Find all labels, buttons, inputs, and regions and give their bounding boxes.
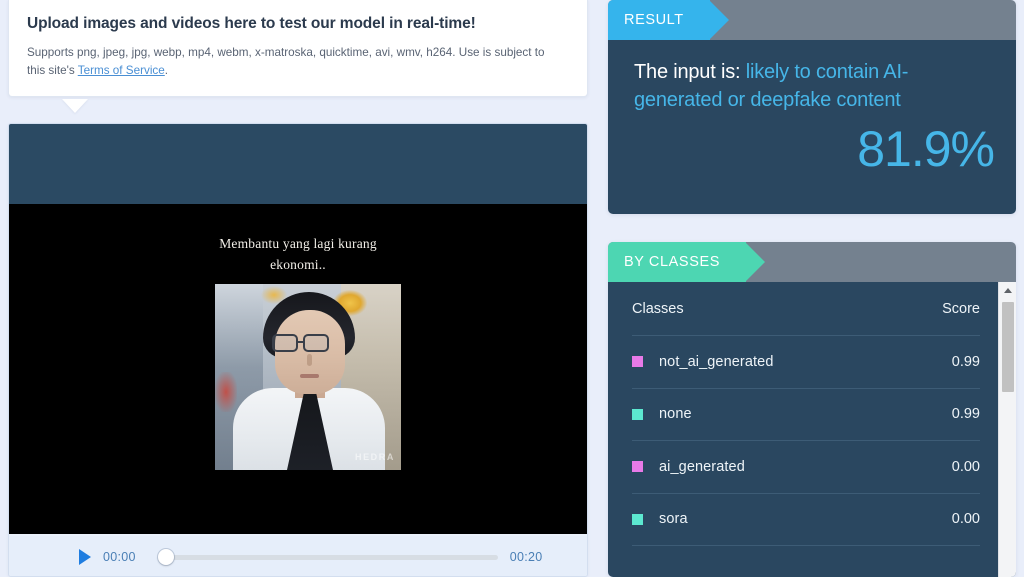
- class-score: 0.00: [951, 458, 980, 475]
- app-root: Upload images and videos here to test ou…: [0, 0, 1024, 577]
- class-label: sora: [659, 511, 688, 528]
- video-person-face: [275, 310, 345, 394]
- video-decor-red: [215, 372, 237, 412]
- classes-scrollbar[interactable]: [998, 282, 1016, 577]
- classes-table-header: Classes Score: [632, 282, 980, 336]
- video-controls-bar: 00:00 00:20: [9, 536, 587, 576]
- result-prefix: The input is:: [634, 61, 741, 83]
- video-caption-line-2: ekonomi..: [270, 256, 326, 272]
- by-classes-panel: BY CLASSES Classes Score not_ai_generate…: [608, 242, 1016, 577]
- class-color-swatch-icon: [632, 461, 643, 473]
- video-player[interactable]: Membantu yang lagi kurang ekonomi.. HEDR…: [8, 123, 588, 577]
- result-tag: RESULT: [608, 0, 729, 40]
- play-icon[interactable]: [79, 549, 91, 565]
- video-watermark: HEDRA: [354, 452, 395, 462]
- video-content-thumbnail: HEDRA: [215, 284, 401, 470]
- class-color-swatch-icon: [632, 356, 643, 368]
- column-header-score: Score: [942, 300, 980, 317]
- left-column: Upload images and videos here to test ou…: [0, 0, 600, 577]
- table-row[interactable]: none 0.99: [632, 389, 980, 441]
- video-person-mouth: [300, 374, 319, 378]
- upload-formats-period: .: [164, 64, 169, 78]
- class-label: none: [659, 406, 692, 423]
- video-person-glasses-left: [272, 334, 298, 352]
- table-row[interactable]: sora 0.00: [632, 494, 980, 546]
- class-color-swatch-icon: [632, 513, 643, 525]
- class-label: ai_generated: [659, 458, 745, 475]
- result-statement: The input is: likely to contain AI-gener…: [634, 58, 994, 115]
- upload-info-card: Upload images and videos here to test ou…: [8, 0, 588, 98]
- seek-handle[interactable]: [157, 549, 174, 565]
- table-row[interactable]: not_ai_generated 0.99: [632, 336, 980, 389]
- table-row[interactable]: ai_generated 0.00: [632, 441, 980, 494]
- video-caption: Membantu yang lagi kurang ekonomi..: [9, 234, 587, 276]
- scrollbar-thumb[interactable]: [1002, 302, 1014, 392]
- by-classes-panel-body: Classes Score not_ai_generated 0.99 none 0.…: [608, 282, 1016, 577]
- class-score: 0.99: [951, 353, 980, 370]
- by-classes-tag: BY CLASSES: [608, 242, 766, 282]
- classes-scroll-viewport: Classes Score not_ai_generated 0.99 none 0.…: [608, 282, 998, 577]
- result-panel-body: The input is: likely to contain AI-gener…: [608, 40, 1016, 214]
- video-stage[interactable]: Membantu yang lagi kurang ekonomi.. HEDR…: [9, 124, 587, 534]
- video-person-glasses-right: [303, 334, 329, 352]
- by-classes-tag-label: BY CLASSES: [624, 254, 721, 270]
- upload-supported-formats: Supports png, jpeg, jpg, webp, mp4, webm…: [27, 44, 547, 80]
- result-tag-label: RESULT: [624, 12, 684, 28]
- class-label: not_ai_generated: [659, 353, 774, 370]
- class-score: 0.99: [951, 406, 980, 423]
- class-score: 0.00: [951, 511, 980, 528]
- duration-label: 00:20: [509, 550, 543, 564]
- video-person-glasses-bridge: [298, 341, 303, 343]
- video-caption-line-1: Membantu yang lagi kurang: [219, 236, 377, 251]
- result-panel-header: RESULT: [608, 0, 1016, 40]
- result-percentage: 81.9%: [857, 120, 995, 177]
- column-header-classes: Classes: [632, 300, 684, 317]
- chevron-up-icon[interactable]: [999, 282, 1016, 299]
- result-panel: RESULT The input is: likely to contain A…: [608, 0, 1016, 214]
- tooltip-arrow-icon: [62, 99, 88, 113]
- terms-of-service-link[interactable]: Terms of Service: [78, 64, 165, 77]
- class-color-swatch-icon: [632, 408, 643, 420]
- current-time-label: 00:00: [103, 550, 136, 564]
- seek-track[interactable]: [157, 555, 498, 560]
- seek-slider[interactable]: [157, 549, 498, 565]
- video-frame[interactable]: Membantu yang lagi kurang ekonomi.. HEDR…: [9, 204, 587, 534]
- by-classes-panel-header: BY CLASSES: [608, 242, 1016, 282]
- classes-table-rows: not_ai_generated 0.99 none 0.99 ai_generated…: [632, 336, 980, 546]
- page-title: Upload images and videos here to test ou…: [27, 15, 476, 32]
- video-person-nose: [307, 354, 312, 366]
- right-column: RESULT The input is: likely to contain A…: [608, 0, 1024, 577]
